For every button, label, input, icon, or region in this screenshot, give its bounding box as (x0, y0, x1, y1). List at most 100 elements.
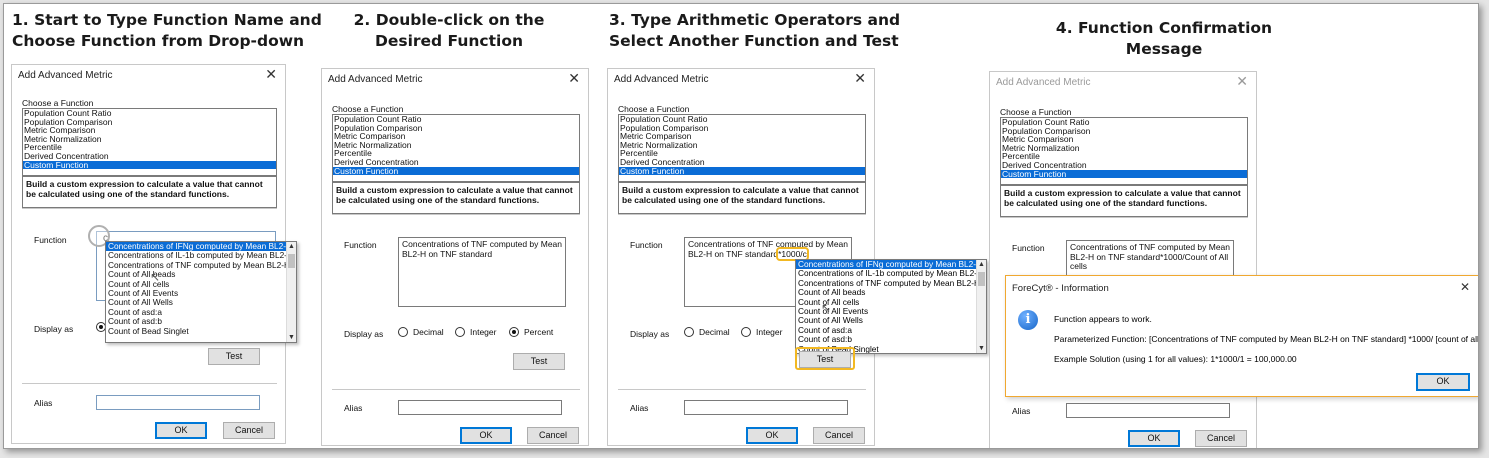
choose-function-label: Choose a Function (22, 98, 94, 108)
step4-title: 4. Function Confirmation Message (1014, 18, 1314, 60)
function-description: Build a custom expression to calculate a… (1000, 185, 1248, 217)
dialog-step3: Add Advanced Metric ✕ Choose a Function … (607, 68, 875, 446)
dropdown-item[interactable]: Count of All cells (106, 280, 286, 289)
dialog-title: Add Advanced Metric (328, 74, 423, 85)
function-input-line2: BL2-H on TNF standard*1000/c (688, 246, 848, 261)
dropdown-scrollbar[interactable]: ▲ ▼ (286, 242, 296, 342)
function-list[interactable]: Population Count Ratio Population Compar… (1000, 117, 1248, 185)
function-input[interactable]: Concentrations of TNF computed by Mean B… (1066, 240, 1234, 280)
divider (22, 383, 277, 384)
choose-function-label: Choose a Function (618, 104, 690, 114)
scroll-down-icon[interactable]: ▼ (288, 334, 295, 341)
dropdown-item-selected[interactable]: Concentrations of IFNg computed by Mean … (796, 260, 976, 270)
ok-button[interactable]: OK (1128, 430, 1180, 447)
dropdown-item[interactable]: Count of All Wells (796, 316, 976, 325)
dropdown-item[interactable]: Count of All beads (106, 270, 286, 279)
divider (332, 389, 580, 390)
scroll-thumb[interactable] (978, 272, 985, 286)
ok-button[interactable]: OK (460, 427, 512, 444)
info-example-solution: Example Solution (using 1 for all values… (1054, 354, 1297, 364)
percent-radio[interactable]: Percent (509, 327, 553, 337)
dropdown-item[interactable]: Concentrations of TNF computed by Mean B… (106, 261, 286, 270)
tutorial-frame: 1. Start to Type Function Name and Choos… (3, 3, 1479, 449)
dropdown-item[interactable]: Count of asd:b (106, 317, 286, 326)
dropdown-item[interactable]: Count of asd:b (796, 335, 976, 344)
alias-input[interactable] (684, 400, 848, 415)
ok-button[interactable]: OK (155, 422, 207, 439)
alias-input[interactable] (398, 400, 562, 415)
dropdown-item[interactable]: Count of asd:a (796, 326, 976, 335)
dropdown-item[interactable]: Count of Bead Singlet (106, 327, 286, 336)
function-list-item-selected[interactable]: Custom Function (23, 160, 276, 170)
function-label: Function (630, 240, 663, 250)
divider (332, 214, 580, 215)
integer-radio[interactable]: Integer (455, 327, 496, 337)
function-list[interactable]: Population Count Ratio Population Compar… (332, 114, 580, 182)
dropdown-item[interactable]: Concentrations of TNF computed by Mean B… (796, 279, 976, 288)
function-list-item-selected[interactable]: Custom Function (619, 166, 865, 176)
cancel-button[interactable]: Cancel (527, 427, 579, 444)
close-icon[interactable]: ✕ (1236, 73, 1248, 90)
display-as-label: Display as (344, 329, 384, 339)
step1-title-line1: 1. Start to Type Function Name and (12, 11, 322, 29)
test-button-highlight (795, 347, 855, 370)
divider (618, 214, 866, 215)
scroll-down-icon[interactable]: ▼ (978, 345, 985, 352)
radio-dot (684, 327, 694, 337)
close-icon[interactable]: ✕ (1460, 280, 1470, 294)
step2-title-line1: 2. Double-click on the (353, 11, 545, 29)
alias-input[interactable] (96, 395, 260, 410)
alias-label: Alias (34, 398, 53, 408)
scroll-up-icon[interactable]: ▲ (288, 243, 295, 250)
dropdown-item[interactable]: Count of All Wells (106, 298, 286, 307)
test-button[interactable]: Test (513, 353, 565, 370)
mouse-cursor-icon: ↖ (821, 301, 832, 315)
information-dialog: ForeCyt® - Information ✕ i Function appe… (1005, 275, 1479, 397)
function-list[interactable]: Population Count Ratio Population Compar… (22, 108, 277, 176)
function-list-item-selected[interactable]: Custom Function (1001, 169, 1247, 179)
choose-function-label: Choose a Function (332, 104, 404, 114)
function-autocomplete-dropdown[interactable]: Concentrations of IFNg computed by Mean … (105, 241, 297, 343)
integer-label: Integer (756, 327, 783, 337)
function-input[interactable]: Concentrations of TNF computed by Mean B… (398, 237, 566, 307)
dropdown-scrollbar[interactable]: ▲ ▼ (976, 260, 986, 353)
integer-radio[interactable]: Integer (741, 327, 782, 337)
close-icon[interactable]: ✕ (568, 70, 580, 87)
alias-input[interactable] (1066, 403, 1230, 418)
function-list[interactable]: Population Count Ratio Population Compar… (618, 114, 866, 182)
cancel-button[interactable]: Cancel (813, 427, 865, 444)
dropdown-item[interactable]: Count of All Events (106, 289, 286, 298)
step4-title-line1: 4. Function Confirmation (1055, 19, 1273, 37)
dropdown-item[interactable]: Count of asd:a (106, 308, 286, 317)
scroll-up-icon[interactable]: ▲ (978, 261, 985, 268)
step3-title-line2: Select Another Function and Test (609, 32, 899, 50)
mouse-cursor-icon: ↖ (150, 270, 161, 284)
close-icon[interactable]: ✕ (265, 66, 277, 83)
radio-dot (398, 327, 408, 337)
function-label: Function (34, 235, 67, 245)
decimal-radio[interactable]: Decimal (684, 327, 730, 337)
decimal-radio[interactable]: Decimal (398, 327, 444, 337)
dropdown-item[interactable]: Concentrations of IL-1b computed by Mean… (796, 269, 976, 278)
function-list-item-selected[interactable]: Custom Function (333, 166, 579, 176)
divider (1000, 217, 1248, 218)
info-ok-button[interactable]: OK (1416, 373, 1470, 391)
radio-dot (509, 327, 519, 337)
test-button[interactable]: Test (208, 348, 260, 365)
info-parameterized-function: Parameterized Function: [Concentrations … (1054, 334, 1479, 344)
typed-operator: *1000/c (776, 246, 809, 261)
ok-button[interactable]: OK (746, 427, 798, 444)
cancel-button[interactable]: Cancel (223, 422, 275, 439)
step1-title: 1. Start to Type Function Name and Choos… (12, 10, 322, 52)
radio-dot (455, 327, 465, 337)
dropdown-item-selected[interactable]: Concentrations of IFNg computed by Mean … (106, 242, 286, 252)
step2-title: 2. Double-click on the Desired Function (349, 10, 549, 52)
scroll-thumb[interactable] (288, 254, 295, 268)
cancel-button[interactable]: Cancel (1195, 430, 1247, 447)
function-label: Function (344, 240, 377, 250)
info-dialog-title: ForeCyt® - Information (1012, 283, 1109, 294)
dropdown-item[interactable]: Count of All beads (796, 288, 976, 297)
close-icon[interactable]: ✕ (854, 70, 866, 87)
function-input-line2-text: BL2-H on TNF standard (688, 248, 779, 259)
dropdown-item[interactable]: Concentrations of IL-1b computed by Mean… (106, 251, 286, 260)
